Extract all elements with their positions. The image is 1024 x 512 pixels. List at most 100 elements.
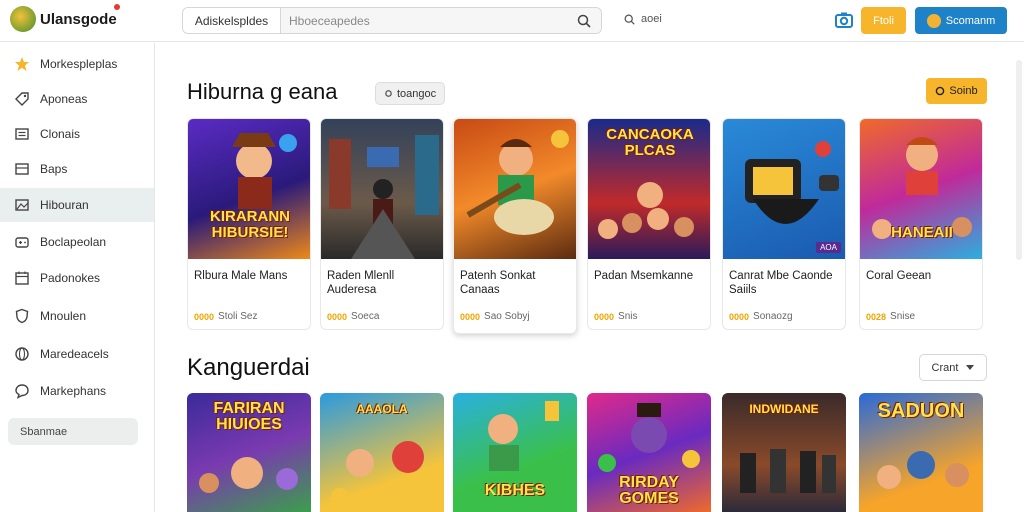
sidebar-item-label: Hibouran bbox=[40, 198, 89, 212]
section-title-featured: Hiburna g eana bbox=[187, 79, 338, 104]
game-card[interactable]: FARIRAN HIUIOES bbox=[187, 393, 311, 512]
game-thumbnail bbox=[454, 119, 576, 259]
page-scrollbar[interactable] bbox=[1016, 60, 1022, 260]
game-title: Raden Mlenll Auderesa bbox=[327, 270, 395, 296]
game-art-title: FARIRAN HIUIOES bbox=[213, 400, 285, 433]
list-icon bbox=[15, 128, 29, 140]
section-title-categories: Kanguerdai bbox=[187, 354, 310, 381]
game-meta: 0000 Sao Sobyj bbox=[460, 311, 530, 322]
game-meta: 0028 Snise bbox=[866, 311, 915, 322]
calendar-icon bbox=[15, 271, 29, 285]
search-bar: Adiskelspldes bbox=[182, 7, 602, 34]
sidebar-item-label: Maredeacels bbox=[40, 347, 109, 361]
sidebar-item-3[interactable]: Baps bbox=[0, 152, 154, 186]
app-logo[interactable]: Ulansgode bbox=[10, 6, 117, 32]
rating-stars: 0000 bbox=[327, 311, 348, 322]
search-button[interactable] bbox=[567, 8, 601, 33]
game-thumbnail: KIBHES bbox=[453, 393, 577, 512]
game-thumbnail: CANCAOKA PLCAS bbox=[588, 119, 710, 259]
game-card[interactable]: Patenh Sonkat Canaas 0000 Sao Sobyj bbox=[453, 118, 577, 334]
search-scope-select[interactable]: Adiskelspldes bbox=[183, 8, 281, 33]
game-badge: AOA bbox=[816, 242, 841, 253]
search-input[interactable] bbox=[281, 8, 567, 33]
sidebar: Morkespleplas Aponeas Clonais Baps Hibou… bbox=[0, 43, 155, 512]
sidebar-item-label: Padonokes bbox=[40, 271, 101, 285]
game-meta: 0000 Sonaozg bbox=[729, 311, 793, 322]
gamepad-art bbox=[745, 141, 839, 224]
game-meta-label: Snise bbox=[890, 311, 916, 322]
app-title: Ulansgode bbox=[40, 10, 117, 28]
sidebar-item-9[interactable]: Markephans bbox=[0, 374, 154, 408]
yellow-action-button[interactable]: Ftoli bbox=[861, 7, 906, 34]
game-card[interactable]: AOA Canrat Mbe Caonde Saiils 0000 Sonaoz… bbox=[722, 118, 846, 330]
game-card[interactable]: HANEAII Coral Geean 0028 Snise bbox=[859, 118, 983, 330]
game-card[interactable]: Raden Mlenll Auderesa 0000 Soeca bbox=[320, 118, 444, 330]
game-art-title: KIRARANN HIBURSIE! bbox=[210, 208, 290, 241]
app-window: Ulansgode Adiskelspldes aoei Ftoli Scoma… bbox=[0, 0, 1024, 512]
game-thumbnail: AAAOLA bbox=[320, 393, 444, 512]
image-icon bbox=[15, 199, 29, 211]
game-card[interactable]: KIBHES bbox=[453, 393, 577, 512]
sidebar-item-1[interactable]: Aponeas bbox=[0, 82, 154, 116]
game-art-title: SADUON bbox=[877, 400, 965, 422]
search-icon bbox=[577, 14, 591, 28]
search-icon bbox=[624, 14, 635, 25]
user-account-button[interactable]: Scomanm bbox=[915, 7, 1007, 34]
section-action-button[interactable]: Soinb bbox=[926, 78, 987, 104]
game-art-title: CANCAOKA PLCAS bbox=[606, 126, 694, 159]
game-title: Patenh Sonkat Canaas bbox=[460, 270, 536, 296]
game-art-title: RIRDAY GOMES bbox=[619, 474, 679, 507]
game-card[interactable]: INDWIDANE bbox=[722, 393, 846, 512]
game-card[interactable]: CANCAOKA PLCAS Padan Msemkanne 0000 Snis bbox=[587, 118, 711, 330]
circle-icon bbox=[936, 86, 945, 96]
filter-pill[interactable]: toangoc bbox=[375, 82, 446, 105]
star-icon bbox=[15, 57, 29, 71]
sidebar-item-label: Clonais bbox=[40, 127, 81, 141]
shield-icon bbox=[15, 308, 29, 324]
guitar-character-art bbox=[466, 130, 569, 235]
game-thumbnail: KIRARANN HIBURSIE! bbox=[188, 119, 310, 259]
game-card[interactable]: SADUON bbox=[859, 393, 983, 512]
tag-icon bbox=[15, 92, 29, 106]
sidebar-bottom-button[interactable]: Sbanmae bbox=[8, 418, 138, 445]
chevron-down-icon bbox=[966, 364, 975, 370]
secondary-search[interactable]: aoei bbox=[624, 13, 662, 25]
sort-dropdown[interactable]: Crant bbox=[919, 354, 987, 381]
game-art-title: INDWIDANE bbox=[749, 402, 819, 416]
sidebar-item-6[interactable]: Padonokes bbox=[0, 261, 154, 295]
game-art-title: AAAOLA bbox=[356, 402, 408, 416]
game-meta-label: Sao Sobyj bbox=[484, 311, 530, 322]
game-meta-label: Stoli Sez bbox=[218, 311, 258, 322]
game-title: Rlbura Male Mans bbox=[194, 270, 288, 282]
sidebar-item-5[interactable]: Boclapeolan bbox=[0, 225, 154, 259]
user-account-label: Scomanm bbox=[945, 14, 996, 27]
chat-icon bbox=[15, 384, 29, 399]
game-thumbnail: AOA bbox=[723, 119, 845, 259]
game-meta: 0000 Snis bbox=[594, 311, 637, 322]
secondary-search-label: aoei bbox=[641, 13, 662, 25]
game-art-title: HANEAII bbox=[891, 224, 953, 241]
game-card[interactable]: AAAOLA bbox=[320, 393, 444, 512]
game-thumbnail: FARIRAN HIUIOES bbox=[187, 393, 311, 512]
game-thumbnail: INDWIDANE bbox=[722, 393, 846, 512]
game-title: Padan Msemkanne bbox=[594, 270, 694, 282]
sort-dropdown-label: Crant bbox=[931, 361, 959, 374]
sidebar-item-7[interactable]: Mnoulen bbox=[0, 299, 154, 333]
game-meta-label: Soeca bbox=[351, 311, 380, 322]
sidebar-item-4[interactable]: Hibouran bbox=[0, 188, 154, 222]
game-meta-label: Sonaozg bbox=[753, 311, 793, 322]
game-meta: 0000 Stoli Sez bbox=[194, 311, 258, 322]
sidebar-item-0[interactable]: Morkespleplas bbox=[0, 47, 154, 81]
sidebar-item-8[interactable]: Maredeacels bbox=[0, 337, 154, 371]
sidebar-item-2[interactable]: Clonais bbox=[0, 117, 154, 151]
game-thumbnail: RIRDAY GOMES bbox=[587, 393, 711, 512]
game-card[interactable]: RIRDAY GOMES bbox=[587, 393, 711, 512]
gamepad-icon bbox=[15, 237, 29, 248]
section-action-label: Soinb bbox=[949, 85, 978, 97]
game-card[interactable]: KIRARANN HIBURSIE! Rlbura Male Mans 0000… bbox=[187, 118, 311, 330]
game-title: Canrat Mbe Caonde Saiils bbox=[729, 270, 833, 296]
city-art bbox=[329, 135, 439, 259]
game-thumbnail bbox=[321, 119, 443, 259]
sidebar-item-label: Markephans bbox=[40, 384, 107, 398]
camera-icon[interactable] bbox=[834, 10, 854, 30]
